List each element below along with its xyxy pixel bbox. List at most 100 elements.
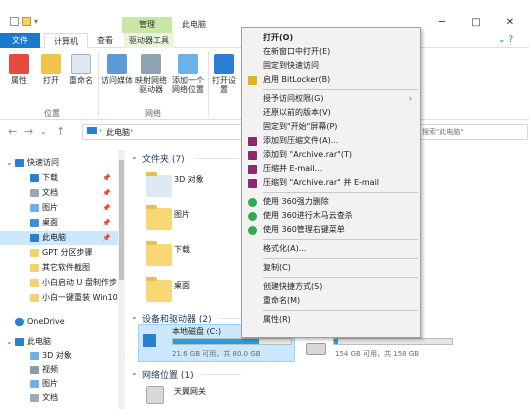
add-network-location-button[interactable]: 添加一个网络位置 [170, 54, 206, 94]
open-button[interactable]: 打开 [38, 54, 64, 85]
collapse-icon[interactable]: ⌄ [131, 312, 138, 321]
folder-desktop[interactable]: 桌面 [174, 280, 190, 291]
nav-pc-pictures[interactable]: 图片 [0, 377, 118, 391]
menu-item-6-v[interactable]: 还原以前的版本(V) [242, 106, 420, 120]
tab-file[interactable]: 文件 [0, 33, 40, 48]
folder-3d-icon[interactable] [146, 172, 172, 197]
qat-dropdown-icon[interactable]: ▾ [34, 17, 38, 26]
nav-onedrive[interactable]: OneDrive [0, 315, 118, 329]
open-settings-button[interactable]: 打开设置 [211, 54, 237, 94]
nav-item-this-pc-selected[interactable]: 此电脑 📌 [0, 231, 118, 245]
nav-this-pc[interactable]: ⌄ 此电脑 [0, 335, 118, 349]
tab-drive-tools[interactable]: 驱动器工具 [124, 33, 174, 48]
navigation-pane: ⌄ 快速访问 下载 📌 文档 📌 图片 📌 桌面 📌 此电脑 📌 GPT 分区步… [0, 150, 118, 409]
nav-item-documents[interactable]: 文档 📌 [0, 186, 118, 200]
folder-3d-objects[interactable]: 3D 对象 [174, 174, 204, 185]
window-title: 此电脑 [182, 20, 206, 29]
window-controls: ─ □ ✕ [425, 15, 527, 31]
menu-item-21-s[interactable]: 创建快捷方式(S) [242, 280, 420, 294]
access-media-button[interactable]: 访问媒体 [100, 54, 134, 85]
close-button[interactable]: ✕ [493, 15, 527, 31]
recent-dropdown-icon[interactable]: ⌄ [40, 127, 47, 136]
folder-downloads[interactable]: 下载 [174, 244, 190, 255]
menu-item-1-e[interactable]: 在新窗口中打开(E) [242, 45, 420, 59]
pin-icon[interactable]: 📌 [102, 186, 111, 200]
properties-button[interactable]: 属性 [6, 54, 32, 85]
tab-view[interactable]: 查看 [92, 33, 118, 48]
back-icon[interactable]: ← [8, 125, 17, 138]
winrar-icon [248, 179, 257, 188]
menu-item-8-a[interactable]: 添加到压缩文件(A)... [242, 134, 420, 148]
pin-icon[interactable]: 📌 [102, 201, 111, 215]
nav-item-downloads[interactable]: 下载 📌 [0, 171, 118, 185]
forward-icon[interactable]: → [24, 125, 33, 138]
folder-pictures-icon[interactable] [146, 205, 172, 230]
tab-computer[interactable]: 计算机 [44, 33, 88, 49]
breadcrumb-this-pc[interactable]: 此电脑 [106, 127, 130, 138]
folder-downloads-icon[interactable] [146, 241, 172, 266]
computer-icon [15, 338, 24, 346]
folders-section-header[interactable]: 文件夹 (7) [142, 152, 185, 165]
pin-icon[interactable]: 📌 [102, 231, 111, 245]
folder-desktop-icon[interactable] [146, 277, 172, 302]
maximize-button[interactable]: □ [459, 15, 493, 31]
menu-item-22-m[interactable]: 重命名(M) [242, 294, 420, 308]
nav-item-folder[interactable]: 其它软件截图 [0, 261, 118, 275]
menu-item-7-p[interactable]: 固定到"开始"屏幕(P) [242, 120, 420, 134]
map-drive-button[interactable]: 映射网络驱动器 [134, 54, 168, 94]
rename-button[interactable]: 重命名 [66, 54, 96, 85]
breadcrumb-chevron-icon[interactable]: › [99, 126, 102, 135]
menu-item-10-e-mail[interactable]: 压缩并 E-mail... [242, 162, 420, 176]
menu-item-15-360[interactable]: 使用 360管理右键菜单 [242, 223, 420, 237]
winrar-icon [248, 151, 257, 160]
save-icon[interactable] [10, 17, 19, 26]
nav-item-folder[interactable]: 小白启动 U 盘制作步 [0, 276, 118, 290]
menu-item-11-archive-rar-e-mail[interactable]: 压缩到 "Archive.rar" 并 E-mail [242, 176, 420, 190]
menu-item-5-g[interactable]: 授予访问权限(G) › [242, 92, 420, 106]
menu-item-9-archive-rar-t[interactable]: 添加到 "Archive.rar"(T) [242, 148, 420, 162]
nav-quick-access[interactable]: ⌄ 快速访问 [0, 156, 118, 170]
menu-item-0-o[interactable]: 打开(O) [242, 31, 420, 45]
search-input[interactable]: 搜索"此电脑" [418, 124, 528, 140]
nav-scrollbar-thumb[interactable] [119, 160, 124, 280]
minimize-button[interactable]: ─ [425, 15, 459, 31]
nav-pc-videos[interactable]: 视频 [0, 363, 118, 377]
up-icon[interactable]: ↑ [56, 125, 65, 138]
expand-icon: ⌄ [6, 337, 13, 346]
breadcrumb-chevron-icon[interactable]: › [130, 126, 133, 135]
manage-context-tab[interactable]: 管理 [122, 17, 172, 33]
drive-c-free-space: 21.6 GB 可用，共 80.0 GB [172, 350, 261, 358]
router-icon[interactable] [146, 386, 164, 404]
star-icon [15, 159, 24, 167]
pin-icon[interactable]: 📌 [102, 171, 111, 185]
menu-item-17-a[interactable]: 格式化(A)... [242, 242, 420, 256]
pin-icon[interactable]: 📌 [102, 216, 111, 230]
hard-drive-icon[interactable] [306, 343, 326, 355]
network-section-header[interactable]: 网络位置 (1) [142, 368, 194, 381]
download-icon [30, 174, 39, 182]
menu-item-24-r[interactable]: 属性(R) [242, 313, 420, 327]
nav-item-folder[interactable]: 小白一键重装 Win10 [0, 291, 118, 305]
nav-item-pictures[interactable]: 图片 📌 [0, 201, 118, 215]
collapse-icon[interactable]: ⌄ [131, 152, 138, 161]
menu-item-13-360[interactable]: 使用 360强力删除 [242, 195, 420, 209]
menu-item-3-bitlocker-b[interactable]: 启用 BitLocker(B) [242, 73, 420, 87]
shield-icon [248, 76, 257, 85]
menu-item-14-360[interactable]: 使用 360进行木马云查杀 [242, 209, 420, 223]
menu-item-label: 打开(O) [263, 33, 294, 42]
folder-icon[interactable] [22, 17, 31, 26]
menu-item-19-c[interactable]: 复制(C) [242, 261, 420, 275]
nav-pc-3d-objects[interactable]: 3D 对象 [0, 349, 118, 363]
nav-item-desktop[interactable]: 桌面 📌 [0, 216, 118, 230]
picture-icon [30, 380, 39, 388]
menu-item-label: 压缩并 E-mail... [263, 164, 323, 173]
drive-c-usage-fill [173, 339, 260, 344]
menu-item-label: 添加到 "Archive.rar"(T) [263, 150, 352, 159]
nav-pc-documents[interactable]: 文档 [0, 391, 118, 405]
help-icon[interactable]: ⌄ ? [498, 35, 513, 45]
nav-item-folder[interactable]: GPT 分区步骤 [0, 246, 118, 260]
collapse-icon[interactable]: ⌄ [131, 368, 138, 377]
menu-item-2[interactable]: 固定到快速访问 [242, 59, 420, 73]
folder-pictures[interactable]: 图片 [174, 209, 190, 220]
network-item-gateway[interactable]: 天翼网关 [174, 386, 206, 397]
